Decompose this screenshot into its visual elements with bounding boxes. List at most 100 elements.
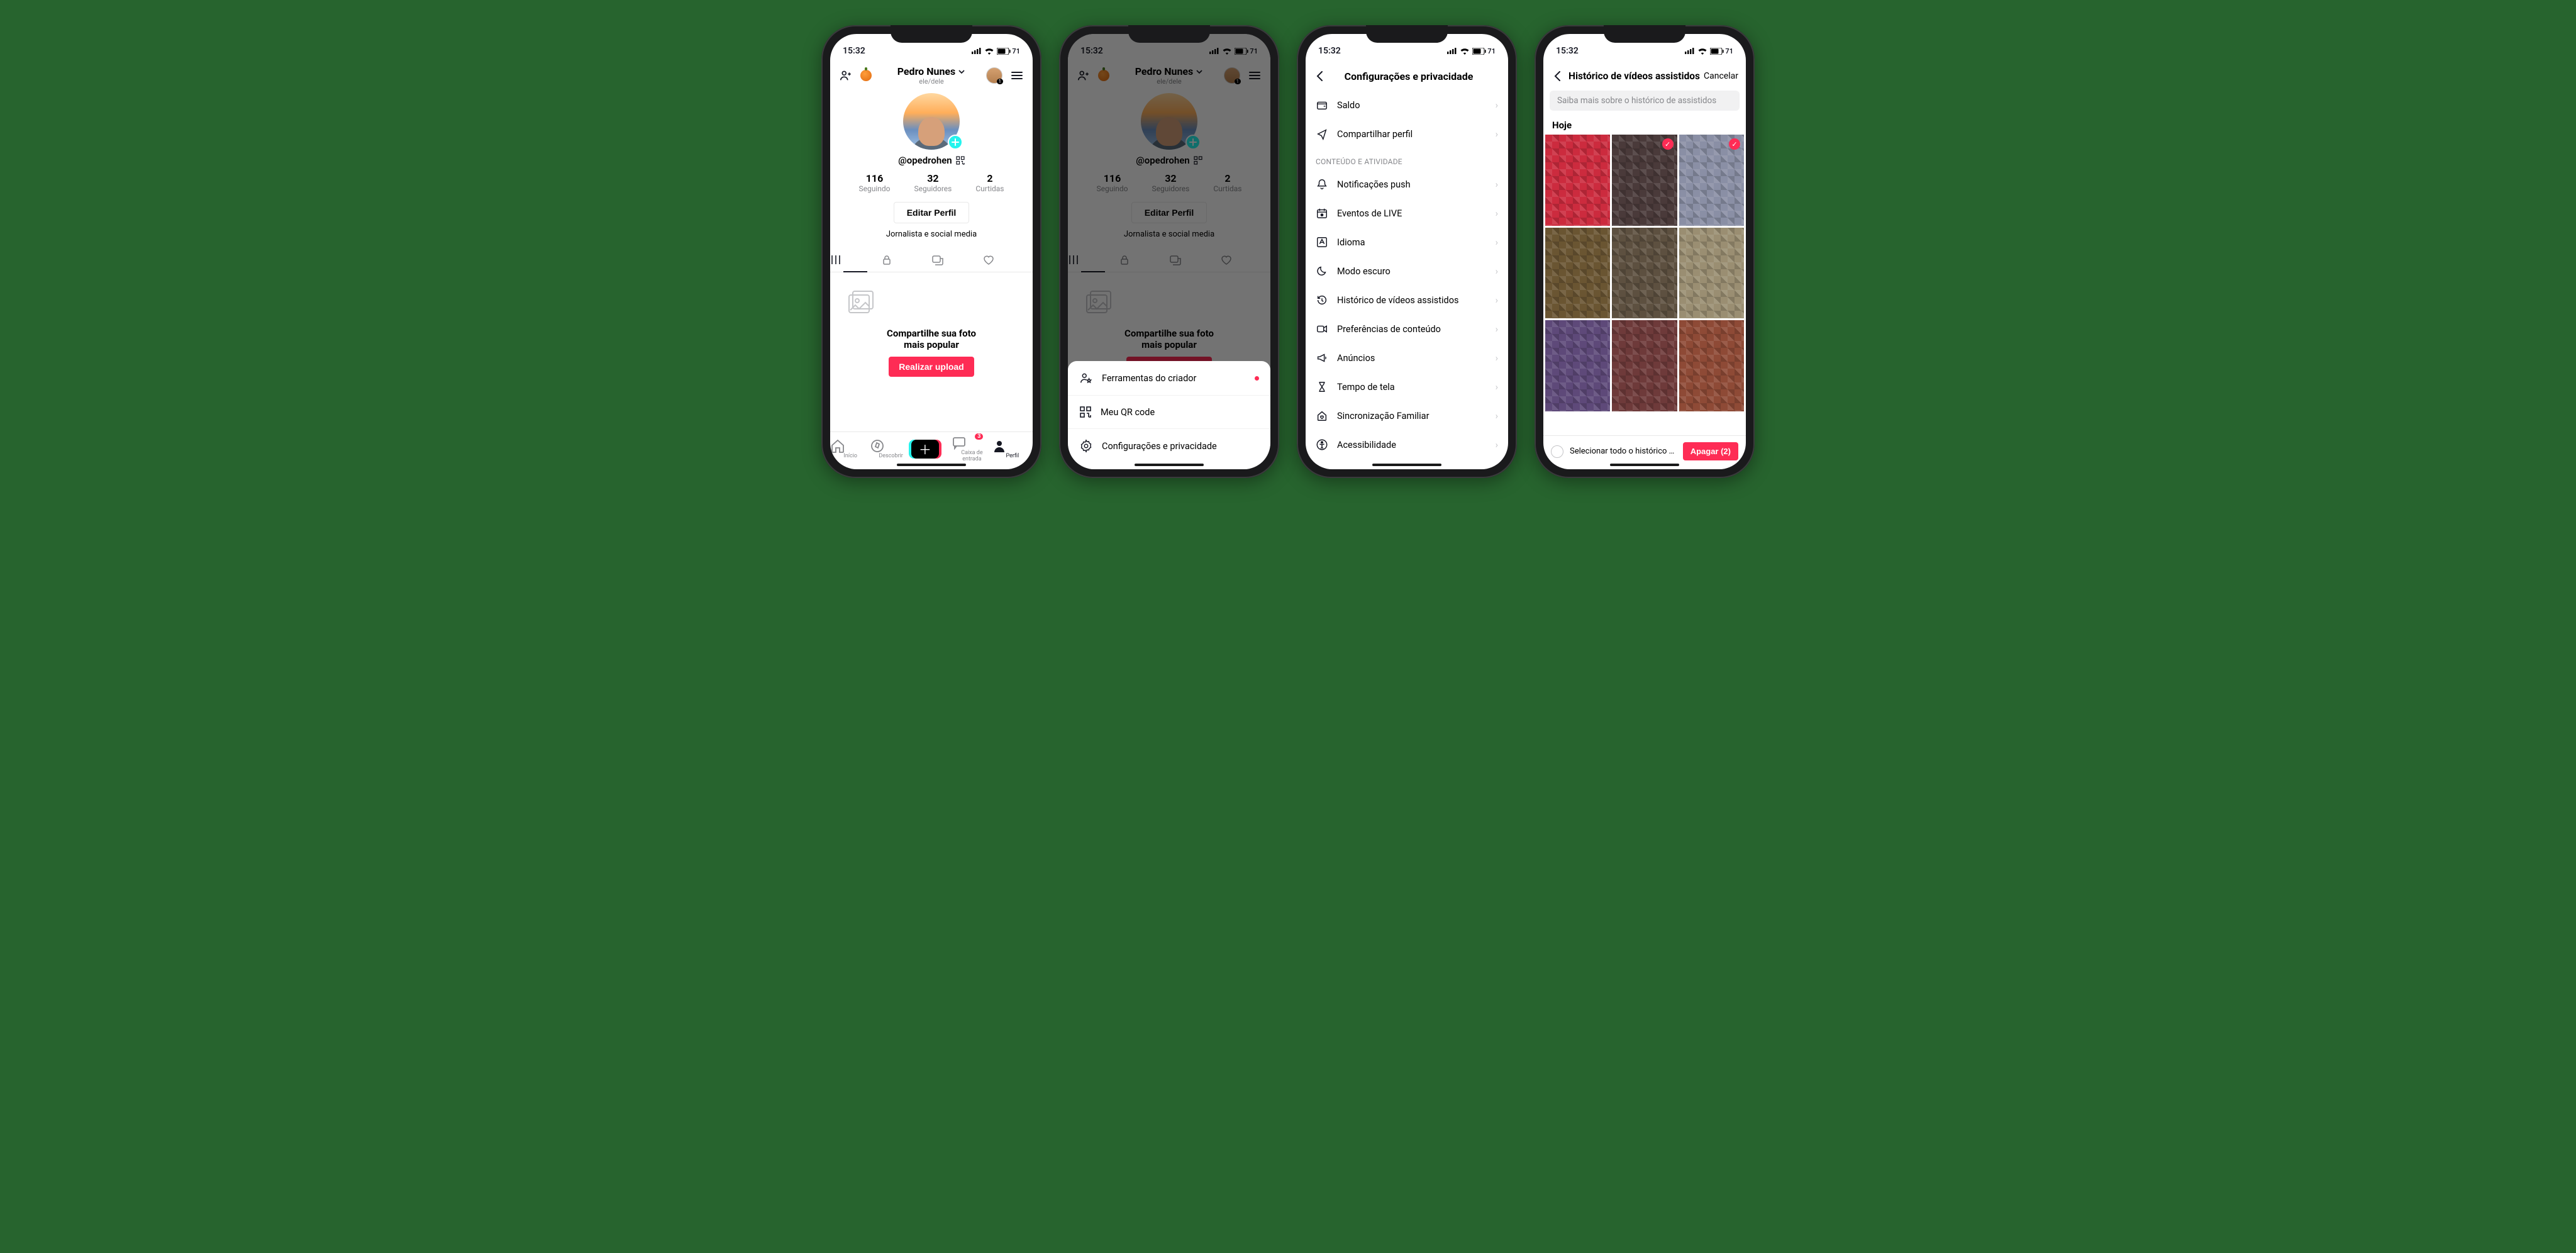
tab-reposts[interactable] (931, 248, 982, 272)
tab-private[interactable] (881, 248, 932, 272)
nav-create[interactable]: ＋ (911, 440, 952, 459)
setting-language[interactable]: Idioma› (1306, 228, 1508, 257)
gear-icon (1079, 439, 1093, 453)
chevron-right-icon: › (1496, 100, 1498, 111)
notch (1128, 25, 1210, 43)
signal-icon (1685, 48, 1695, 54)
hourglass-icon (1316, 381, 1328, 393)
notch (1366, 25, 1448, 43)
phone-action-sheet: 15:32 71 Pedro Nunes ele/dele 1 (1059, 25, 1279, 478)
home-heart-icon (1316, 409, 1328, 422)
battery-icon: 71 (1472, 47, 1496, 55)
check-icon: ✓ (1662, 138, 1674, 150)
check-icon: ✓ (1729, 138, 1740, 150)
battery-icon: 71 (1710, 47, 1733, 55)
calendar-live-icon (1316, 207, 1328, 220)
setting-family-pairing[interactable]: Sincronização Familiar› (1306, 401, 1508, 430)
battery-icon: 71 (997, 47, 1020, 55)
history-search[interactable]: Saiba mais sobre o histórico de assistid… (1550, 91, 1740, 111)
nav-profile[interactable]: Perfil (992, 439, 1033, 459)
stat-following[interactable]: 116 Seguindo (858, 172, 890, 193)
history-grid[interactable]: ✓ ✓ (1543, 135, 1746, 411)
account-switch-avatar[interactable]: 1 (986, 67, 1002, 84)
back-button[interactable] (1551, 69, 1565, 83)
setting-accessibility[interactable]: Acessibilidade› (1306, 430, 1508, 459)
status-time: 15:32 (843, 46, 865, 56)
profile-bio: Jornalista e social media (830, 230, 1033, 239)
sheet-qr-code[interactable]: Meu QR code (1068, 396, 1270, 429)
add-story-button[interactable] (948, 135, 963, 150)
share-icon (1316, 128, 1328, 140)
megaphone-icon (1316, 352, 1328, 364)
sheet-creator-tools[interactable]: Ferramentas do criador (1068, 361, 1270, 396)
sheet-settings[interactable]: Configurações e privacidade (1068, 429, 1270, 463)
settings-list[interactable]: Saldo › Compartilhar perfil › CONTEÚDO E… (1306, 91, 1508, 469)
hamburger-icon[interactable] (1010, 69, 1024, 82)
select-all-checkbox[interactable] (1551, 445, 1563, 458)
nav-home[interactable]: Início (830, 439, 870, 459)
qr-icon[interactable] (956, 156, 965, 165)
upload-button[interactable]: Realizar upload (889, 357, 974, 377)
profile-top-bar: Pedro Nunes ele/dele 1 (830, 62, 1033, 89)
home-indicator[interactable] (897, 464, 966, 466)
setting-dark-mode[interactable]: Modo escuro› (1306, 257, 1508, 286)
home-indicator[interactable] (1372, 464, 1441, 466)
empty-grid-state: Compartilhe sua foto mais popular Realiz… (830, 272, 1033, 377)
video-icon (1316, 323, 1328, 335)
stat-followers[interactable]: 32 Seguidores (914, 172, 952, 193)
setting-push[interactable]: Notificações push› (1306, 170, 1508, 199)
account-switcher[interactable]: Pedro Nunes (897, 65, 966, 77)
profile-handle[interactable]: @opedrohen (898, 155, 952, 166)
accessibility-icon (1316, 438, 1328, 451)
day-label: Hoje (1543, 114, 1746, 135)
photos-icon (843, 290, 877, 320)
history-video[interactable] (1679, 320, 1744, 411)
wifi-icon (1697, 48, 1707, 55)
moon-icon (1316, 265, 1328, 277)
setting-share-profile[interactable]: Compartilhar perfil › (1306, 120, 1508, 148)
phone-profile: 15:32 71 Pedro Nunes ele/dele (821, 25, 1041, 478)
edit-profile-button[interactable]: Editar Perfil (894, 202, 970, 223)
wifi-icon (984, 48, 994, 55)
nav-discover[interactable]: Descobrir (870, 439, 911, 459)
cancel-button[interactable]: Cancelar (1704, 71, 1738, 81)
history-video[interactable] (1545, 228, 1610, 319)
nav-inbox[interactable]: 3 Caixa de entrada (952, 436, 992, 462)
add-friend-icon[interactable] (839, 69, 853, 82)
history-video[interactable]: ✓ (1612, 135, 1677, 226)
history-video[interactable] (1612, 228, 1677, 319)
home-indicator[interactable] (1610, 464, 1679, 466)
page-title: Histórico de vídeos assistidos (1568, 70, 1700, 82)
setting-screen-time[interactable]: Tempo de tela› (1306, 372, 1508, 401)
tab-liked[interactable] (982, 248, 1033, 272)
language-icon (1316, 236, 1328, 248)
stat-likes[interactable]: 2 Curtidas (975, 172, 1004, 193)
notch (1604, 25, 1685, 43)
pumpkin-icon[interactable] (860, 70, 872, 81)
history-video[interactable]: ✓ (1679, 135, 1744, 226)
phone-settings: 15:32 71 Configurações e privacidade Sal… (1297, 25, 1517, 478)
signal-icon (1447, 48, 1457, 54)
history-video[interactable] (1679, 228, 1744, 319)
setting-content-prefs[interactable]: Preferências de conteúdo› (1306, 315, 1508, 343)
delete-button[interactable]: Apagar (2) (1683, 442, 1738, 460)
page-title: Configurações e privacidade (1317, 70, 1501, 82)
history-video[interactable] (1545, 135, 1610, 226)
bell-icon (1316, 178, 1328, 191)
phone-watch-history: 15:32 71 Histórico de vídeos assistidos … (1535, 25, 1755, 478)
home-indicator[interactable] (1135, 464, 1204, 466)
setting-ads[interactable]: Anúncios› (1306, 343, 1508, 372)
setting-live-events[interactable]: Eventos de LIVE› (1306, 199, 1508, 228)
select-all-label[interactable]: Selecionar todo o histórico de assis... (1570, 447, 1677, 456)
notch (891, 25, 972, 43)
history-video[interactable] (1612, 320, 1677, 411)
tab-grid[interactable] (830, 248, 881, 272)
setting-balance[interactable]: Saldo › (1306, 91, 1508, 120)
person-star-icon (1079, 371, 1093, 385)
history-video[interactable] (1545, 320, 1610, 411)
signal-icon (972, 48, 982, 54)
history-icon (1316, 294, 1328, 306)
section-content-activity: CONTEÚDO E ATIVIDADE (1306, 148, 1508, 170)
setting-watch-history[interactable]: Histórico de vídeos assistidos› (1306, 286, 1508, 315)
qr-icon (1079, 406, 1092, 418)
